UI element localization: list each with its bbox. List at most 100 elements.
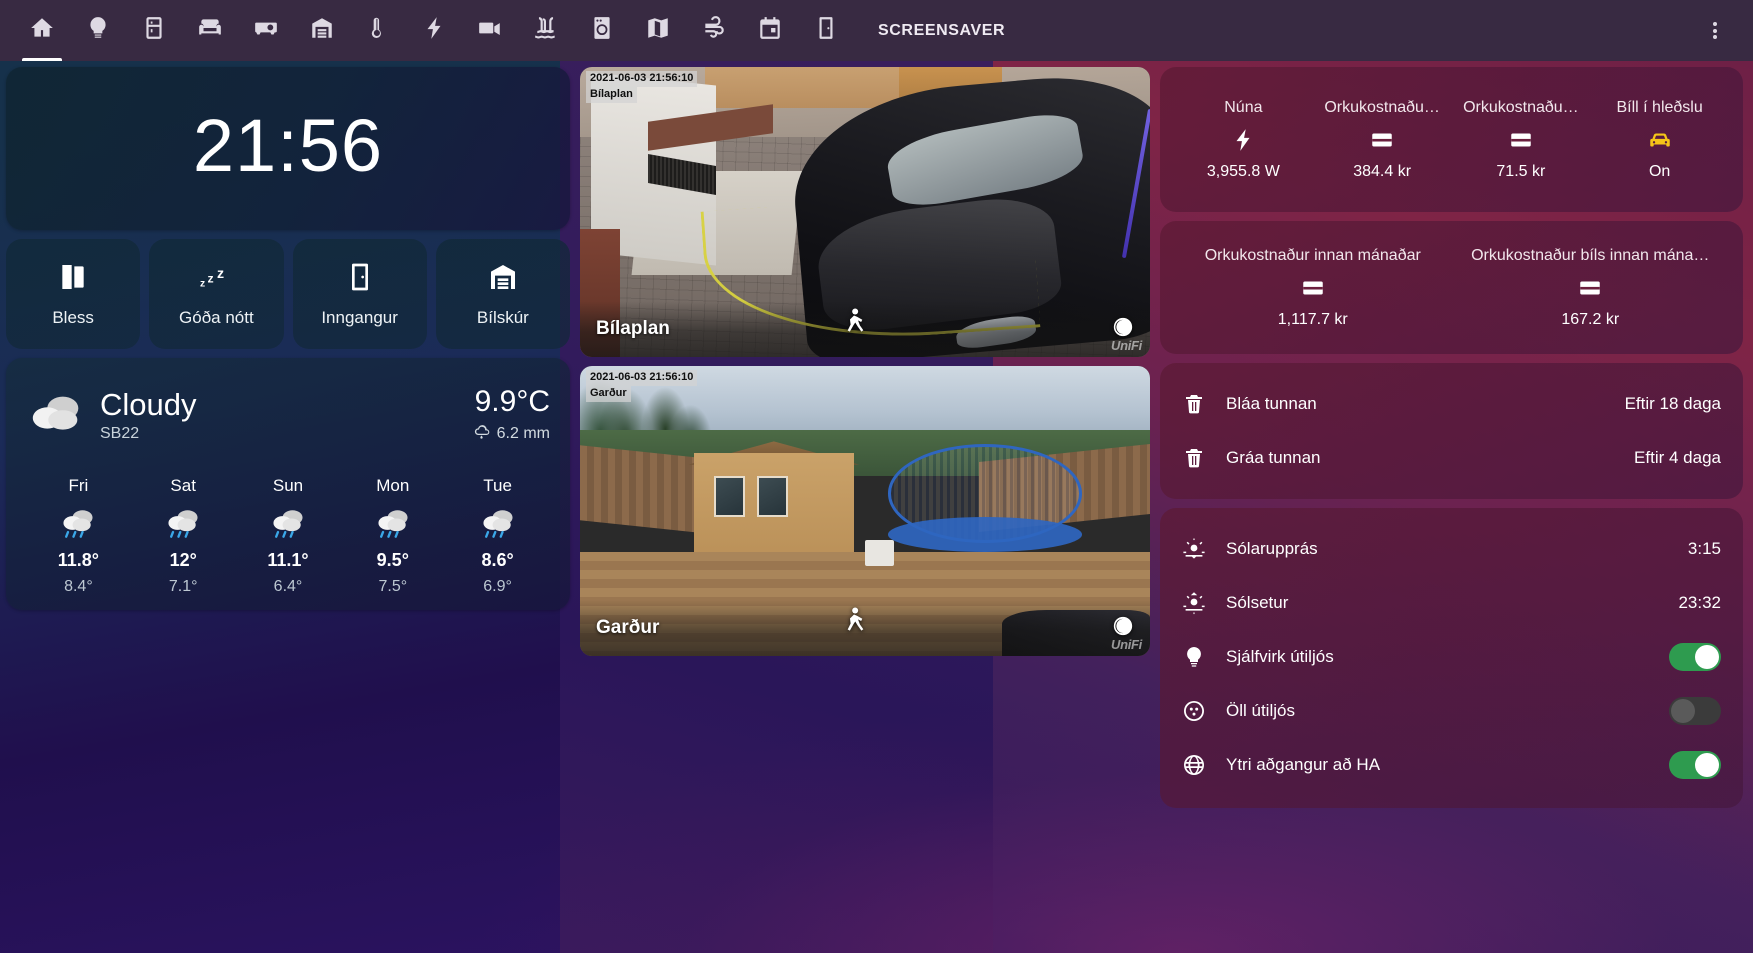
forecast-low: 7.5° — [378, 578, 407, 596]
camera-overlay-name: Garður — [586, 386, 631, 402]
map-icon — [645, 15, 671, 46]
glance-nuna[interactable]: Núna 3,955.8 W — [1174, 79, 1313, 200]
nav-tab-media[interactable] — [238, 0, 294, 61]
status-card: Sólarupprás 3:15 Sólsetur 23:32 Sjálfvir… — [1160, 508, 1743, 808]
weather-condition-block: Cloudy SB22 — [100, 389, 472, 443]
scene-button-bilskur[interactable]: Bílskúr — [436, 239, 570, 349]
left-column: 21:56 Bless zzz Góða nótt — [0, 61, 580, 953]
scene-button-bless[interactable]: Bless — [6, 239, 140, 349]
nav-tab-livingroom[interactable] — [182, 0, 238, 61]
nav-tab-cameras[interactable] — [462, 0, 518, 61]
forecast-day-label: Mon — [376, 476, 409, 496]
right-column: Núna 3,955.8 W Orkukostnaðu… 384.4 kr — [1160, 61, 1753, 953]
entity-name: Ytri aðgangur að HA — [1226, 755, 1669, 775]
forecast-low: 6.4° — [274, 578, 303, 596]
weather-temperature: 9.9°C — [475, 386, 550, 418]
scene-label: Bless — [52, 308, 94, 328]
nav-tab-lights[interactable] — [70, 0, 126, 61]
globe-icon — [1182, 753, 1226, 777]
nav-tab-map[interactable] — [630, 0, 686, 61]
garage-icon — [309, 15, 335, 46]
energy-now-row: Núna 3,955.8 W Orkukostnaðu… 384.4 kr — [1174, 79, 1729, 200]
entity-row-ytri-adgangur[interactable]: Ytri aðgangur að HA — [1182, 738, 1721, 792]
entity-name: Sólarupprás — [1226, 539, 1688, 559]
glance-orkukostnadur-1[interactable]: Orkukostnaðu… 384.4 kr — [1313, 79, 1452, 200]
forecast-day-label: Sun — [273, 476, 303, 496]
entity-name: Gráa tunnan — [1226, 448, 1634, 468]
glance-orkukostnadur-manadar[interactable]: Orkukostnaður innan mánaðar 1,117.7 kr — [1174, 233, 1452, 342]
entity-row-solarupprás[interactable]: Sólarupprás 3:15 — [1182, 522, 1721, 576]
entity-row-graa-tunnan[interactable]: Gráa tunnan Eftir 4 daga — [1182, 431, 1721, 485]
glance-value: On — [1649, 163, 1670, 181]
rainy-icon — [161, 503, 205, 543]
entity-value: 3:15 — [1688, 539, 1721, 559]
forecast-low: 7.1° — [169, 578, 198, 596]
walking-person-icon — [842, 308, 866, 343]
scene-label: Góða nótt — [179, 308, 254, 328]
toggle-oll-utiljos[interactable] — [1669, 697, 1721, 725]
weather-card[interactable]: Cloudy SB22 9.9°C 6.2 mm — [6, 358, 570, 610]
entity-name: Sólsetur — [1226, 593, 1678, 613]
nav-tab-calendar[interactable] — [742, 0, 798, 61]
camera-card-bilaplan[interactable]: 2021-06-03 21:56:10 Bílaplan Bílaplan Un… — [580, 67, 1150, 357]
trash-can-icon — [1182, 446, 1226, 470]
scene-button-goda-nott[interactable]: zzz Góða nótt — [149, 239, 283, 349]
lightbulb-icon — [1182, 645, 1226, 669]
glance-label: Orkukostnaðu… — [1324, 99, 1440, 117]
glance-value: 1,117.7 kr — [1278, 311, 1348, 329]
lightbulb-icon — [85, 15, 111, 46]
forecast-high: 9.5° — [377, 550, 409, 571]
forecast-high: 8.6° — [481, 550, 513, 571]
wind-icon — [701, 15, 727, 46]
nav-tab-kitchen[interactable] — [126, 0, 182, 61]
entity-name: Bláa tunnan — [1226, 394, 1625, 414]
entity-row-sjalfvirk-utiljos[interactable]: Sjálfvirk útiljós — [1182, 630, 1721, 684]
car-icon — [1647, 127, 1673, 153]
forecast-day: Sun 11.1° 6.4° — [236, 476, 341, 596]
camera-timestamp: 2021-06-03 21:56:10 — [586, 370, 697, 386]
forecast-high: 12° — [170, 550, 197, 571]
nav-tab-weather[interactable] — [686, 0, 742, 61]
nav-tab-doors[interactable] — [798, 0, 854, 61]
washing-machine-icon — [589, 15, 615, 46]
nav-tab-garage[interactable] — [294, 0, 350, 61]
nav-tab-laundry[interactable] — [574, 0, 630, 61]
toggle-ytri-adgangur[interactable] — [1669, 751, 1721, 779]
toggle-sjalfvirk-utiljos[interactable] — [1669, 643, 1721, 671]
glance-bill-i-hledslu[interactable]: Bíll í hleðslu On — [1590, 79, 1729, 200]
camera-card-gardur[interactable]: 2021-06-03 21:56:10 Garður Garður UniFi — [580, 366, 1150, 656]
weather-condition: Cloudy — [100, 389, 472, 422]
clock-card: 21:56 — [6, 67, 570, 230]
forecast-day: Tue 8.6° 6.9° — [445, 476, 550, 596]
svg-text:z: z — [200, 278, 205, 289]
weather-forecast-row: Fri 11.8° 8.4° Sa — [26, 476, 550, 596]
entity-row-oll-utiljos[interactable]: Öll útiljós — [1182, 684, 1721, 738]
outlet-icon — [1182, 699, 1226, 723]
rainy-icon — [371, 503, 415, 543]
forecast-day-label: Fri — [68, 476, 88, 496]
camera-title: Bílaplan — [596, 318, 670, 340]
thermometer-icon — [365, 15, 391, 46]
toggle-knob — [1695, 645, 1719, 669]
lightning-bolt-icon — [1230, 127, 1256, 153]
glance-orkukostnadur-bils-manadar[interactable]: Orkukostnaður bíls innan mána… 167.2 kr — [1452, 233, 1730, 342]
entity-row-solsetur[interactable]: Sólsetur 23:32 — [1182, 576, 1721, 630]
glance-orkukostnadur-2[interactable]: Orkukostnaðu… 71.5 kr — [1452, 79, 1591, 200]
nav-tab-pool[interactable] — [518, 0, 574, 61]
entity-value: Eftir 4 daga — [1634, 448, 1721, 468]
home-icon — [29, 15, 55, 46]
forecast-day-label: Sat — [170, 476, 196, 496]
nav-tab-home[interactable] — [14, 0, 70, 61]
nav-tab-climate[interactable] — [350, 0, 406, 61]
overflow-menu-button[interactable] — [1695, 0, 1735, 61]
rainy-icon — [266, 503, 310, 543]
nav-tab-energy[interactable] — [406, 0, 462, 61]
entity-row-blaa-tunnan[interactable]: Bláa tunnan Eftir 18 daga — [1182, 377, 1721, 431]
glance-value: 167.2 kr — [1561, 311, 1619, 329]
camera-timestamp: 2021-06-03 21:56:10 — [586, 71, 697, 87]
screensaver-tab[interactable]: SCREENSAVER — [878, 22, 1005, 40]
scene-button-inngangur[interactable]: Inngangur — [293, 239, 427, 349]
sunrise-icon — [1182, 537, 1226, 561]
scene-button-row: Bless zzz Góða nótt Inngangur — [6, 239, 570, 349]
entity-value: 23:32 — [1678, 593, 1721, 613]
